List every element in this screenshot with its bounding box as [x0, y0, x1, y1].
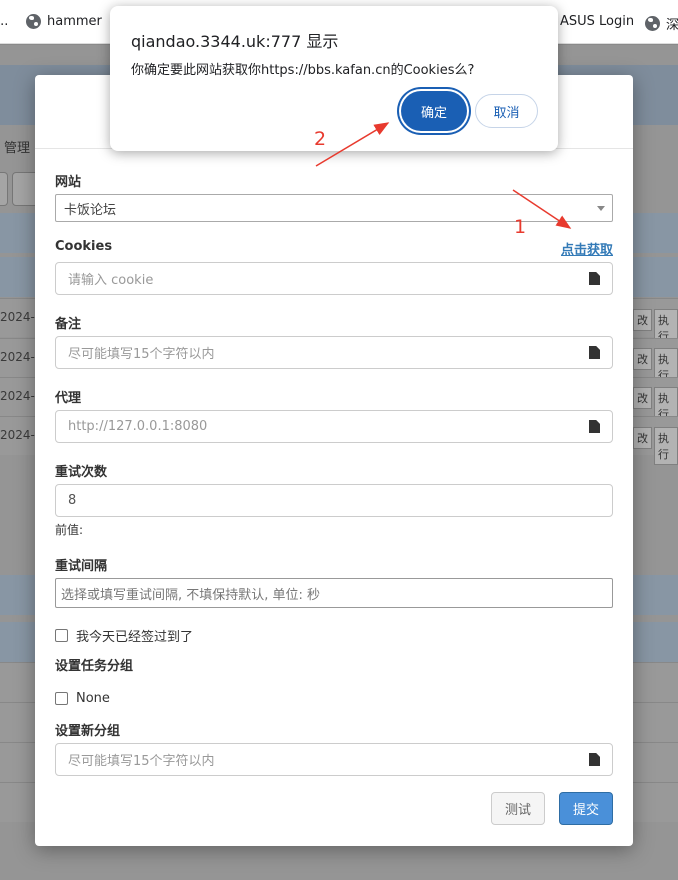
test-button[interactable]: 测试: [491, 792, 545, 825]
group-none-label: None: [76, 691, 110, 706]
dialog-message: 你确定要此网站获取你https://bbs.kafan.cn的Cookies么?: [131, 63, 475, 78]
cookies-label: Cookies: [55, 239, 113, 254]
retry-interval-placeholder: 选择或填写重试间隔, 不填保持默认, 单位: 秒: [61, 587, 321, 603]
file-icon[interactable]: [589, 753, 600, 766]
annotation-step-1: 1: [514, 216, 527, 238]
fetch-cookies-link[interactable]: 点击获取: [561, 239, 613, 258]
new-group-label: 设置新分组: [55, 724, 121, 739]
annotation-step-2: 2: [314, 128, 327, 150]
bookmark-shen-label: 深: [666, 18, 678, 33]
proxy-label: 代理: [55, 391, 82, 406]
retry-interval-input[interactable]: 选择或填写重试间隔, 不填保持默认, 单位: 秒: [55, 578, 613, 608]
submit-button[interactable]: 提交: [559, 792, 613, 825]
proxy-placeholder: http://127.0.0.1:8080: [68, 419, 208, 434]
retry-count-input[interactable]: 8: [55, 484, 613, 517]
note-label: 备注: [55, 317, 82, 332]
bookmark-asus-label: ASUS Login: [560, 14, 635, 29]
background-run-button[interactable]: 执行: [654, 427, 678, 465]
signed-today-label: 我今天已经签过到了: [76, 630, 194, 645]
globe-icon: [26, 14, 41, 29]
signed-today-checkbox[interactable]: [55, 629, 68, 642]
dialog-ok-button[interactable]: 确定: [401, 91, 467, 131]
current-value-label: 前值:: [55, 523, 84, 537]
task-group-label: 设置任务分组: [55, 659, 134, 674]
file-icon[interactable]: [589, 346, 600, 359]
task-modal: 网站 卡饭论坛 Cookies 点击获取 请输入 cookie 备注 尽可能填写…: [35, 75, 633, 846]
dialog-title: qiandao.3344.uk:777 显示: [131, 32, 339, 51]
group-none-checkbox[interactable]: [55, 692, 68, 705]
retry-count-value: 8: [68, 493, 77, 508]
cookies-input[interactable]: 请输入 cookie: [55, 262, 613, 295]
note-placeholder: 尽可能填写15个字符以内: [68, 347, 215, 362]
retry-interval-label: 重试间隔: [55, 559, 108, 574]
bookmark-overflow[interactable]: ...: [0, 14, 8, 29]
new-group-input[interactable]: 尽可能填写15个字符以内: [55, 743, 613, 776]
site-label: 网站: [55, 175, 82, 190]
globe-icon: [645, 16, 660, 31]
site-select[interactable]: 卡饭论坛: [55, 194, 613, 222]
signed-today-row[interactable]: 我今天已经签过到了: [55, 626, 193, 645]
file-icon[interactable]: [589, 272, 600, 285]
dialog-cancel-button[interactable]: 取消: [475, 94, 538, 128]
bookmark-asus-login[interactable]: ASUS Login: [560, 14, 634, 29]
proxy-input[interactable]: http://127.0.0.1:8080: [55, 410, 613, 443]
bookmark-hammer-label: hammer: [47, 14, 102, 29]
chevron-down-icon: [597, 206, 605, 211]
bookmark-overflow-label: ...: [0, 14, 9, 29]
new-group-placeholder: 尽可能填写15个字符以内: [68, 754, 215, 769]
bookmark-shen[interactable]: 深: [645, 14, 678, 33]
group-none-row[interactable]: None: [55, 691, 110, 706]
retry-count-label: 重试次数: [55, 465, 108, 480]
background-edit-button[interactable]: 改: [633, 427, 652, 449]
cookies-placeholder: 请输入 cookie: [68, 273, 154, 288]
background-input[interactable]: [0, 172, 8, 206]
background-manage-tab[interactable]: 管理: [4, 137, 30, 156]
confirm-dialog: qiandao.3344.uk:777 显示 你确定要此网站获取你https:/…: [110, 6, 558, 151]
file-icon[interactable]: [589, 420, 600, 433]
bookmark-hammer[interactable]: hammer: [26, 14, 102, 29]
background-edit-button[interactable]: 改: [633, 348, 652, 370]
site-select-value: 卡饭论坛: [64, 202, 117, 218]
note-input[interactable]: 尽可能填写15个字符以内: [55, 336, 613, 369]
background-edit-button[interactable]: 改: [633, 309, 652, 331]
background-edit-button[interactable]: 改: [633, 387, 652, 409]
